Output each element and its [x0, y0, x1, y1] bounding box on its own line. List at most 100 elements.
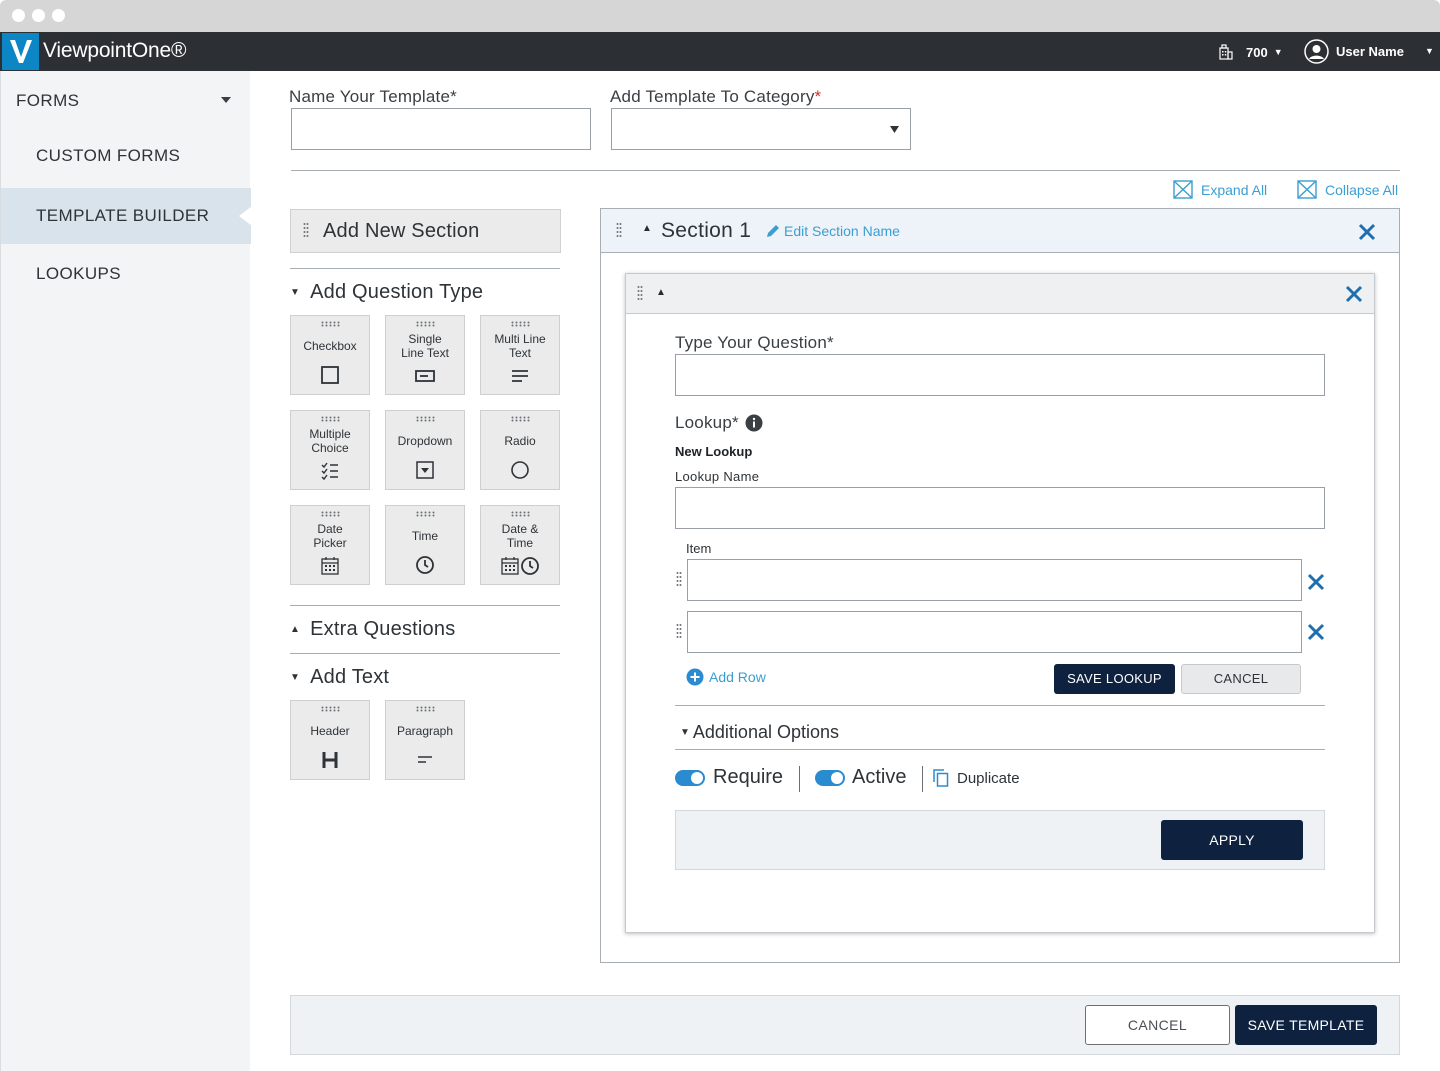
remove-item-icon[interactable]: [1307, 623, 1325, 641]
divider: [290, 268, 560, 269]
question-input[interactable]: [675, 354, 1325, 396]
question-type-label: Paragraph: [396, 724, 454, 738]
chevron-down-icon: ▼: [1424, 46, 1434, 56]
required-asterisk: *: [814, 87, 822, 106]
add-new-section-button[interactable]: Add New Section: [290, 209, 561, 253]
question-type-label: Multi Line Text: [494, 332, 546, 360]
question-type-tile-radio[interactable]: Radio: [480, 410, 560, 490]
question-label: Type Your Question*: [675, 333, 834, 352]
add-text-title: Add Text: [310, 666, 390, 688]
drag-handle-icon: [321, 511, 340, 517]
info-icon[interactable]: [745, 414, 763, 432]
divider: [291, 170, 1400, 171]
user-menu[interactable]: User Name ▼: [1304, 38, 1434, 64]
new-lookup-heading: New Lookup: [675, 444, 753, 459]
drag-handle-icon: [511, 416, 530, 422]
lookup-item-input[interactable]: [687, 611, 1302, 653]
drag-handle-icon[interactable]: [676, 623, 682, 641]
dropdown-caret-icon: [890, 126, 899, 133]
additional-options-title: Additional Options: [692, 722, 839, 742]
drag-handle-icon[interactable]: [616, 222, 622, 240]
company-selector[interactable]: 700 ▼: [1218, 41, 1283, 63]
question-type-tile-checkbox[interactable]: Checkbox: [290, 315, 370, 395]
app-title: ViewpointOne®: [43, 39, 187, 62]
question-type-label: Radio: [504, 434, 536, 448]
single-line-text-icon: [415, 370, 435, 382]
building-icon: [1219, 44, 1233, 60]
divider: [675, 749, 1325, 750]
cancel-template-button[interactable]: CANCEL: [1085, 1005, 1230, 1045]
divider: [799, 766, 800, 792]
sidebar-forms-heading[interactable]: FORMS: [16, 91, 236, 111]
window-minimize-dot[interactable]: [32, 9, 45, 22]
collapse-triangle-icon: ▼: [680, 727, 690, 738]
additional-options-toggle[interactable]: ▼ Additional Options: [680, 722, 839, 743]
question-type-label: Time: [411, 529, 439, 543]
add-row-label: Add Row: [709, 669, 766, 685]
require-toggle[interactable]: [675, 770, 705, 786]
close-section-icon[interactable]: [1358, 223, 1376, 241]
drag-handle-icon: [321, 706, 340, 712]
clock-icon: [416, 556, 434, 574]
lookup-label: Lookup*: [675, 413, 739, 432]
add-question-type-toggle[interactable]: ▼ Add Question Type: [290, 281, 483, 304]
sidebar-item-lookups[interactable]: LOOKUPS: [1, 246, 251, 302]
checkbox-icon: [321, 366, 339, 384]
add-text-toggle[interactable]: ▼ Add Text: [290, 666, 389, 689]
collapse-triangle-icon: ▼: [290, 287, 301, 298]
drag-handle-icon[interactable]: [676, 571, 682, 589]
expand-all-label: Expand All: [1201, 181, 1268, 198]
template-name-label: Name Your Template*: [289, 87, 457, 106]
footer-action-bar: [290, 995, 1400, 1055]
close-question-icon[interactable]: [1345, 285, 1363, 303]
extra-questions-toggle[interactable]: ▲ Extra Questions: [290, 618, 455, 641]
remove-item-icon[interactable]: [1307, 573, 1325, 591]
user-avatar-icon: [1304, 38, 1329, 64]
question-type-label: Date Picker: [313, 522, 347, 550]
viewpoint-logo-icon[interactable]: [2, 33, 39, 70]
sidebar-item-custom-forms[interactable]: CUSTOM FORMS: [1, 128, 251, 184]
text-type-tile-paragraph[interactable]: Paragraph: [385, 700, 465, 780]
radio-icon: [511, 461, 529, 479]
multi-line-text-icon: [512, 370, 528, 382]
expand-all-button[interactable]: Expand All: [1173, 180, 1267, 199]
drag-handle-icon[interactable]: [637, 285, 643, 303]
edit-section-name-label: Edit Section Name: [784, 223, 900, 239]
text-type-tile-header[interactable]: Header: [290, 700, 370, 780]
sidebar: FORMS CUSTOM FORMS TEMPLATE BUILDER LOOK…: [0, 71, 252, 1071]
duplicate-button[interactable]: Duplicate: [933, 769, 1020, 787]
question-type-tile-multiple-choice[interactable]: Multiple Choice: [290, 410, 370, 490]
save-template-button[interactable]: SAVE TEMPLATE: [1235, 1005, 1377, 1045]
lookup-name-input[interactable]: [675, 487, 1325, 529]
question-type-tile-multi-line-text[interactable]: Multi Line Text: [480, 315, 560, 395]
window-close-dot[interactable]: [12, 9, 25, 22]
drag-handle-icon: [416, 511, 435, 517]
question-type-tile-single-line-text[interactable]: Single Line Text: [385, 315, 465, 395]
question-type-tile-time[interactable]: Time: [385, 505, 465, 585]
apply-button[interactable]: APPLY: [1161, 820, 1303, 860]
edit-section-name-button[interactable]: Edit Section Name: [766, 223, 900, 239]
save-lookup-button[interactable]: SAVE LOOKUP: [1054, 664, 1175, 694]
duplicate-icon: [933, 769, 949, 787]
collapse-all-button[interactable]: Collapse All: [1297, 180, 1398, 199]
add-row-button[interactable]: Add Row: [686, 668, 766, 686]
window-titlebar: [0, 0, 1440, 32]
extra-questions-title: Extra Questions: [310, 618, 456, 640]
lookup-item-input[interactable]: [687, 559, 1302, 601]
question-type-tile-date-picker[interactable]: Date Picker: [290, 505, 370, 585]
collapse-triangle-icon[interactable]: ▲: [642, 223, 652, 234]
template-category-select[interactable]: [611, 108, 911, 150]
template-name-input[interactable]: [291, 108, 591, 150]
plus-circle-icon: [686, 668, 704, 686]
sidebar-item-template-builder[interactable]: TEMPLATE BUILDER: [1, 188, 252, 244]
calendar-clock-icon: [501, 557, 539, 575]
section-title: Section 1: [661, 219, 752, 242]
question-type-tile-dropdown[interactable]: Dropdown: [385, 410, 465, 490]
active-toggle[interactable]: [815, 770, 845, 786]
cancel-lookup-button[interactable]: CANCEL: [1181, 664, 1301, 694]
question-type-tile-date-time[interactable]: Date & Time: [480, 505, 560, 585]
window-maximize-dot[interactable]: [52, 9, 65, 22]
collapse-triangle-icon[interactable]: ▲: [656, 287, 666, 298]
drag-handle-icon: [321, 321, 340, 327]
lookup-name-label: Lookup Name: [675, 469, 760, 484]
